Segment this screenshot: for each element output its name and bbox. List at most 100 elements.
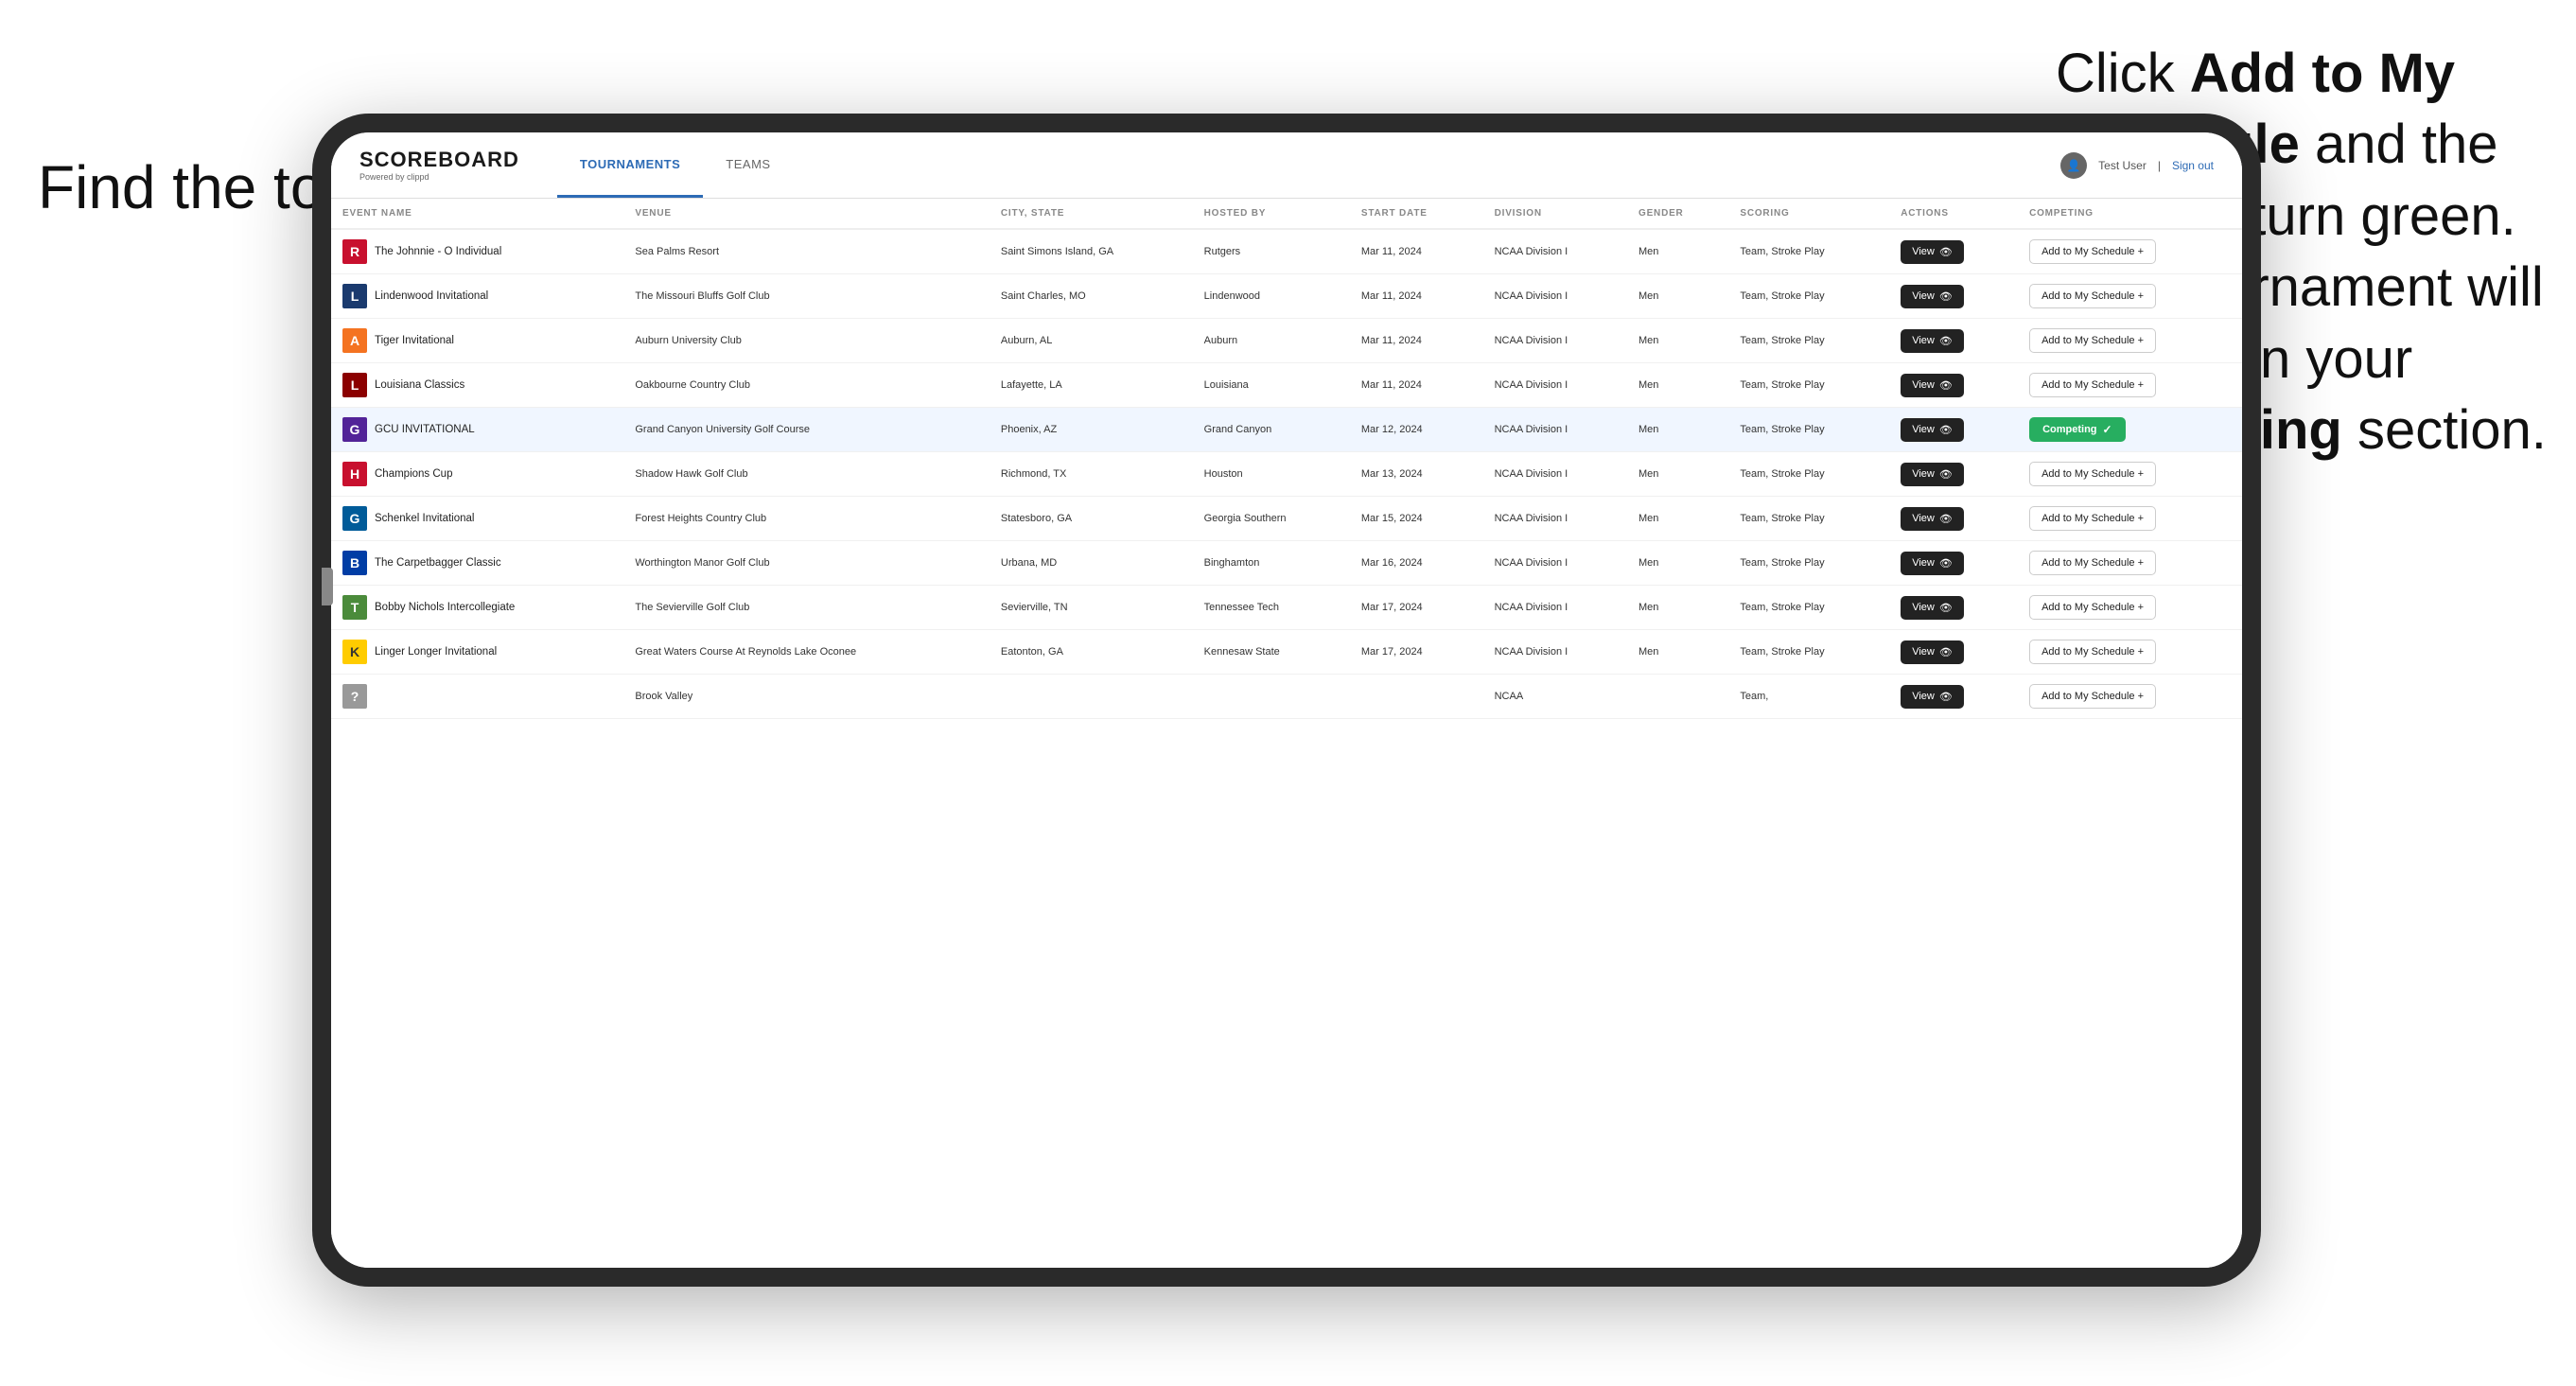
actions-cell: View 👁	[1889, 497, 2018, 541]
hosted-by-cell: Kennesaw State	[1193, 630, 1350, 675]
scoring-cell: Team, Stroke Play	[1728, 497, 1889, 541]
nav-tabs: TOURNAMENTS TEAMS	[557, 132, 794, 198]
hosted-by-cell: Lindenwood	[1193, 274, 1350, 319]
scoring-cell: Team, Stroke Play	[1728, 408, 1889, 452]
logo-sub: Powered by clippd	[359, 172, 519, 182]
start-date-cell: Mar 11, 2024	[1350, 274, 1483, 319]
actions-cell: View 👁	[1889, 630, 2018, 675]
gender-cell: Men	[1627, 497, 1728, 541]
view-button[interactable]: View 👁	[1901, 596, 1964, 620]
add-to-schedule-button[interactable]: Add to My Schedule +	[2029, 506, 2156, 531]
competing-cell: Add to My Schedule +	[2018, 452, 2242, 497]
eye-icon: 👁	[1939, 646, 1953, 658]
competing-cell: Add to My Schedule +	[2018, 363, 2242, 408]
team-logo: L	[342, 373, 367, 397]
col-event-name: EVENT NAME	[331, 199, 623, 229]
venue-cell: Grand Canyon University Golf Course	[623, 408, 990, 452]
event-name-cell: B The Carpetbagger Classic	[331, 541, 623, 586]
city-state-cell: Sevierville, TN	[990, 586, 1193, 630]
check-icon: ✓	[2103, 423, 2112, 436]
tab-teams[interactable]: TEAMS	[703, 132, 793, 198]
view-button[interactable]: View 👁	[1901, 463, 1964, 486]
user-name: Test User	[2098, 159, 2147, 172]
eye-icon: 👁	[1939, 424, 1953, 436]
actions-cell: View 👁	[1889, 675, 2018, 719]
app-header: SCOREBOARD Powered by clippd TOURNAMENTS…	[331, 132, 2242, 199]
event-name-cell: R The Johnnie - O Individual	[331, 229, 623, 274]
start-date-cell: Mar 13, 2024	[1350, 452, 1483, 497]
event-name-cell: A Tiger Invitational	[331, 319, 623, 363]
actions-cell: View 👁	[1889, 586, 2018, 630]
view-button[interactable]: View 👁	[1901, 552, 1964, 575]
add-to-schedule-button[interactable]: Add to My Schedule +	[2029, 239, 2156, 264]
add-to-schedule-button[interactable]: Add to My Schedule +	[2029, 373, 2156, 397]
add-to-schedule-button[interactable]: Add to My Schedule +	[2029, 684, 2156, 709]
header-right: 👤 Test User | Sign out	[2060, 152, 2214, 179]
actions-cell: View 👁	[1889, 363, 2018, 408]
view-button[interactable]: View 👁	[1901, 418, 1964, 442]
col-actions: ACTIONS	[1889, 199, 2018, 229]
venue-cell: Brook Valley	[623, 675, 990, 719]
division-cell: NCAA Division I	[1483, 630, 1627, 675]
view-button[interactable]: View 👁	[1901, 374, 1964, 397]
event-name-cell: L Louisiana Classics	[331, 363, 623, 408]
gender-cell: Men	[1627, 319, 1728, 363]
tablet-screen: SCOREBOARD Powered by clippd TOURNAMENTS…	[331, 132, 2242, 1268]
division-cell: NCAA Division I	[1483, 229, 1627, 274]
view-button[interactable]: View 👁	[1901, 329, 1964, 353]
table-container[interactable]: EVENT NAME VENUE CITY, STATE HOSTED BY S…	[331, 199, 2242, 1268]
team-logo: L	[342, 284, 367, 308]
hosted-by-cell: Louisiana	[1193, 363, 1350, 408]
competing-cell: Add to My Schedule +	[2018, 497, 2242, 541]
add-to-schedule-button[interactable]: Add to My Schedule +	[2029, 462, 2156, 486]
gender-cell: Men	[1627, 363, 1728, 408]
scoring-cell: Team, Stroke Play	[1728, 630, 1889, 675]
competing-button[interactable]: Competing ✓	[2029, 417, 2126, 442]
signout-link[interactable]: Sign out	[2172, 159, 2214, 172]
event-name: Tiger Invitational	[375, 334, 454, 348]
add-to-schedule-button[interactable]: Add to My Schedule +	[2029, 640, 2156, 664]
start-date-cell: Mar 17, 2024	[1350, 630, 1483, 675]
actions-cell: View 👁	[1889, 408, 2018, 452]
table-row: H Champions Cup Shadow Hawk Golf ClubRic…	[331, 452, 2242, 497]
event-name-cell: L Lindenwood Invitational	[331, 274, 623, 319]
side-indicator[interactable]	[322, 568, 333, 605]
gender-cell	[1627, 675, 1728, 719]
add-to-schedule-button[interactable]: Add to My Schedule +	[2029, 284, 2156, 308]
start-date-cell: Mar 17, 2024	[1350, 586, 1483, 630]
scoring-cell: Team, Stroke Play	[1728, 541, 1889, 586]
table-row: A Tiger Invitational Auburn University C…	[331, 319, 2242, 363]
eye-icon: 👁	[1939, 335, 1953, 347]
tab-tournaments[interactable]: TOURNAMENTS	[557, 132, 703, 198]
view-button[interactable]: View 👁	[1901, 640, 1964, 664]
table-row: T Bobby Nichols Intercollegiate The Sevi…	[331, 586, 2242, 630]
view-button[interactable]: View 👁	[1901, 685, 1964, 709]
city-state-cell: Saint Simons Island, GA	[990, 229, 1193, 274]
team-logo: H	[342, 462, 367, 486]
division-cell: NCAA Division I	[1483, 274, 1627, 319]
add-to-schedule-button[interactable]: Add to My Schedule +	[2029, 595, 2156, 620]
hosted-by-cell: Binghamton	[1193, 541, 1350, 586]
venue-cell: Auburn University Club	[623, 319, 990, 363]
table-row: L Lindenwood Invitational The Missouri B…	[331, 274, 2242, 319]
team-logo: T	[342, 595, 367, 620]
city-state-cell	[990, 675, 1193, 719]
view-button[interactable]: View 👁	[1901, 240, 1964, 264]
start-date-cell: Mar 15, 2024	[1350, 497, 1483, 541]
gender-cell: Men	[1627, 452, 1728, 497]
start-date-cell: Mar 11, 2024	[1350, 363, 1483, 408]
add-to-schedule-button[interactable]: Add to My Schedule +	[2029, 328, 2156, 353]
gender-cell: Men	[1627, 586, 1728, 630]
scoring-cell: Team, Stroke Play	[1728, 363, 1889, 408]
event-name-cell: ?	[331, 675, 623, 719]
gender-cell: Men	[1627, 541, 1728, 586]
event-name: Bobby Nichols Intercollegiate	[375, 601, 515, 615]
venue-cell: Forest Heights Country Club	[623, 497, 990, 541]
event-name: Schenkel Invitational	[375, 512, 474, 526]
venue-cell: The Sevierville Golf Club	[623, 586, 990, 630]
add-to-schedule-button[interactable]: Add to My Schedule +	[2029, 551, 2156, 575]
tournaments-table: EVENT NAME VENUE CITY, STATE HOSTED BY S…	[331, 199, 2242, 719]
event-name-cell: T Bobby Nichols Intercollegiate	[331, 586, 623, 630]
view-button[interactable]: View 👁	[1901, 285, 1964, 308]
view-button[interactable]: View 👁	[1901, 507, 1964, 531]
